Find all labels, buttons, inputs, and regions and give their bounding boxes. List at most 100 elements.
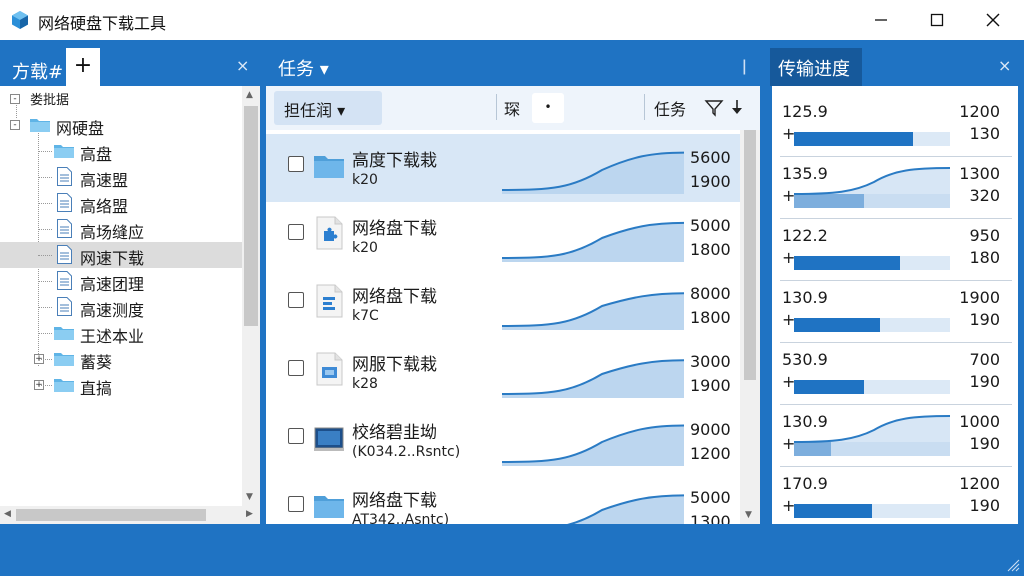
- task-row[interactable]: 网服下载栽 k28 3000 1900: [266, 338, 740, 406]
- task-value-primary: 3000: [690, 352, 731, 371]
- sort-down-icon[interactable]: [730, 98, 744, 118]
- task-subtitle: k7C: [352, 308, 379, 324]
- row-divider: [780, 280, 1012, 281]
- resize-grip-icon[interactable]: [1006, 558, 1020, 572]
- folder-icon: [314, 496, 344, 518]
- task-checkbox[interactable]: [288, 224, 304, 240]
- transfer-rate-label: 130.9: [782, 288, 828, 307]
- tree-item[interactable]: - 娄批据: [0, 86, 242, 112]
- tree-item[interactable]: 高盘: [0, 138, 242, 164]
- transfer-value-primary: 1200: [959, 102, 1000, 121]
- transfer-rate-label: 170.9: [782, 474, 828, 493]
- task-subtitle: (K034.2..Rsntc): [352, 444, 461, 460]
- row-divider: [780, 342, 1012, 343]
- tree-item-label: 网速下载: [80, 249, 145, 268]
- tree-guide-line: [38, 281, 52, 282]
- task-row[interactable]: 网络盘下载 k20 5000 1800: [266, 202, 740, 270]
- scroll-down-icon[interactable]: ▼: [745, 510, 752, 520]
- right-panel-close-icon[interactable]: ×: [998, 56, 1011, 75]
- task-checkbox[interactable]: [288, 496, 304, 512]
- document-icon: [57, 297, 72, 316]
- scroll-left-icon[interactable]: ◀: [4, 509, 11, 519]
- filter-icon[interactable]: [704, 98, 724, 118]
- row-divider: [780, 404, 1012, 405]
- task-checkbox[interactable]: [288, 428, 304, 444]
- toolbar-small-button[interactable]: •: [532, 93, 564, 123]
- task-name: 网络盘下载: [352, 491, 437, 511]
- task-value-secondary: 1300: [690, 512, 731, 524]
- left-panel-header: 方载# ×: [0, 46, 260, 90]
- task-value-primary: 9000: [690, 420, 731, 439]
- collapse-icon[interactable]: -: [10, 94, 20, 104]
- transfer-row: 130.9 +1000 190: [772, 408, 1018, 470]
- tree-item[interactable]: 高速测度: [0, 294, 242, 320]
- puzzle-document-icon: [316, 216, 343, 250]
- task-name: 校络碧韭坳: [352, 423, 437, 443]
- task-filter-dropdown[interactable]: 担任润 ▾: [274, 91, 382, 125]
- folder-icon: [54, 145, 74, 158]
- app-title: 网络硬盘下载工具: [38, 14, 167, 33]
- monitor-icon: [314, 427, 344, 451]
- tree-item-label: 高速盟: [80, 171, 129, 190]
- tree-item[interactable]: - 网硬盘: [0, 112, 242, 138]
- task-row[interactable]: 高度下载栽 k20 5600 1900: [266, 134, 740, 202]
- close-button[interactable]: [970, 4, 1016, 36]
- transfer-value-secondary: 320: [969, 186, 1000, 205]
- transfer-row: 530.9 +700 190: [772, 346, 1018, 408]
- task-name: 网络盘下载: [352, 287, 437, 307]
- tree-item-label: 高速测度: [80, 301, 145, 320]
- tree-item[interactable]: 高络盟: [0, 190, 242, 216]
- task-value-secondary: 1200: [690, 444, 731, 463]
- toolbar-divider: [644, 94, 645, 120]
- transfer-value-secondary: 190: [969, 434, 1000, 453]
- task-checkbox[interactable]: [288, 292, 304, 308]
- scroll-up-icon[interactable]: ▲: [246, 90, 253, 100]
- tree-item-label: 高络盟: [80, 197, 129, 216]
- document-icon: [57, 193, 72, 212]
- transfer-progress-tab[interactable]: 传输进度: [770, 48, 862, 86]
- close-icon: [986, 13, 1000, 27]
- tree-item-label: 高盘: [80, 145, 113, 164]
- task-checkbox[interactable]: [288, 156, 304, 172]
- task-row[interactable]: 校络碧韭坳 (K034.2..Rsntc) 9000 1200: [266, 406, 740, 474]
- folder-icon: [54, 327, 74, 340]
- tree-item[interactable]: 高场缝应: [0, 216, 242, 242]
- tree-item[interactable]: + 直搞: [0, 372, 242, 398]
- tasks-tab[interactable]: 任务 ▾: [278, 55, 329, 81]
- folder-icon: [314, 156, 344, 178]
- task-list-scroll-thumb[interactable]: [744, 130, 756, 380]
- tree-guide-line: [38, 255, 52, 256]
- left-panel-tab[interactable]: 方载#: [6, 55, 70, 87]
- minimize-button[interactable]: [858, 4, 904, 36]
- tree-hscroll-thumb[interactable]: [16, 509, 206, 521]
- text-document-icon: [316, 284, 343, 318]
- transfer-value-primary: 700: [969, 350, 1000, 369]
- task-speed-sparkline: [502, 424, 684, 466]
- task-checkbox[interactable]: [288, 360, 304, 376]
- tree-item[interactable]: + 蓄葵: [0, 346, 242, 372]
- maximize-button[interactable]: [914, 4, 960, 36]
- transfer-value-primary: 1200: [959, 474, 1000, 493]
- tree-item[interactable]: 高速团理: [0, 268, 242, 294]
- task-row[interactable]: 网络盘下载 k7C 8000 1800: [266, 270, 740, 338]
- sparkline-area: [502, 425, 684, 466]
- left-panel-close-icon[interactable]: ×: [236, 56, 249, 75]
- tree-item[interactable]: 高速盟: [0, 164, 242, 190]
- task-value-secondary: 1900: [690, 172, 731, 191]
- task-speed-sparkline: [502, 151, 684, 194]
- add-tab-button[interactable]: +: [66, 48, 100, 86]
- task-row[interactable]: 网络盘下载 AT342..Asntc) 5000 1300: [266, 474, 740, 524]
- tree-scroll-thumb[interactable]: [244, 106, 258, 326]
- sparkline-area: [502, 152, 684, 194]
- tree-item[interactable]: 网速下载: [0, 242, 242, 268]
- scroll-right-icon[interactable]: ▶: [246, 509, 253, 519]
- task-subtitle: k20: [352, 172, 378, 188]
- scroll-down-icon[interactable]: ▼: [246, 492, 253, 502]
- pin-icon[interactable]: ǀ: [742, 56, 747, 75]
- progress-track: [794, 132, 950, 146]
- tree-item[interactable]: 王述本业: [0, 320, 242, 346]
- transfer-trend-curve: [794, 415, 950, 456]
- transfer-value-primary: 1000: [959, 412, 1000, 431]
- task-toolbar: 担任润 ▾ 琛 • 任务: [266, 86, 760, 130]
- collapse-icon[interactable]: -: [10, 120, 20, 130]
